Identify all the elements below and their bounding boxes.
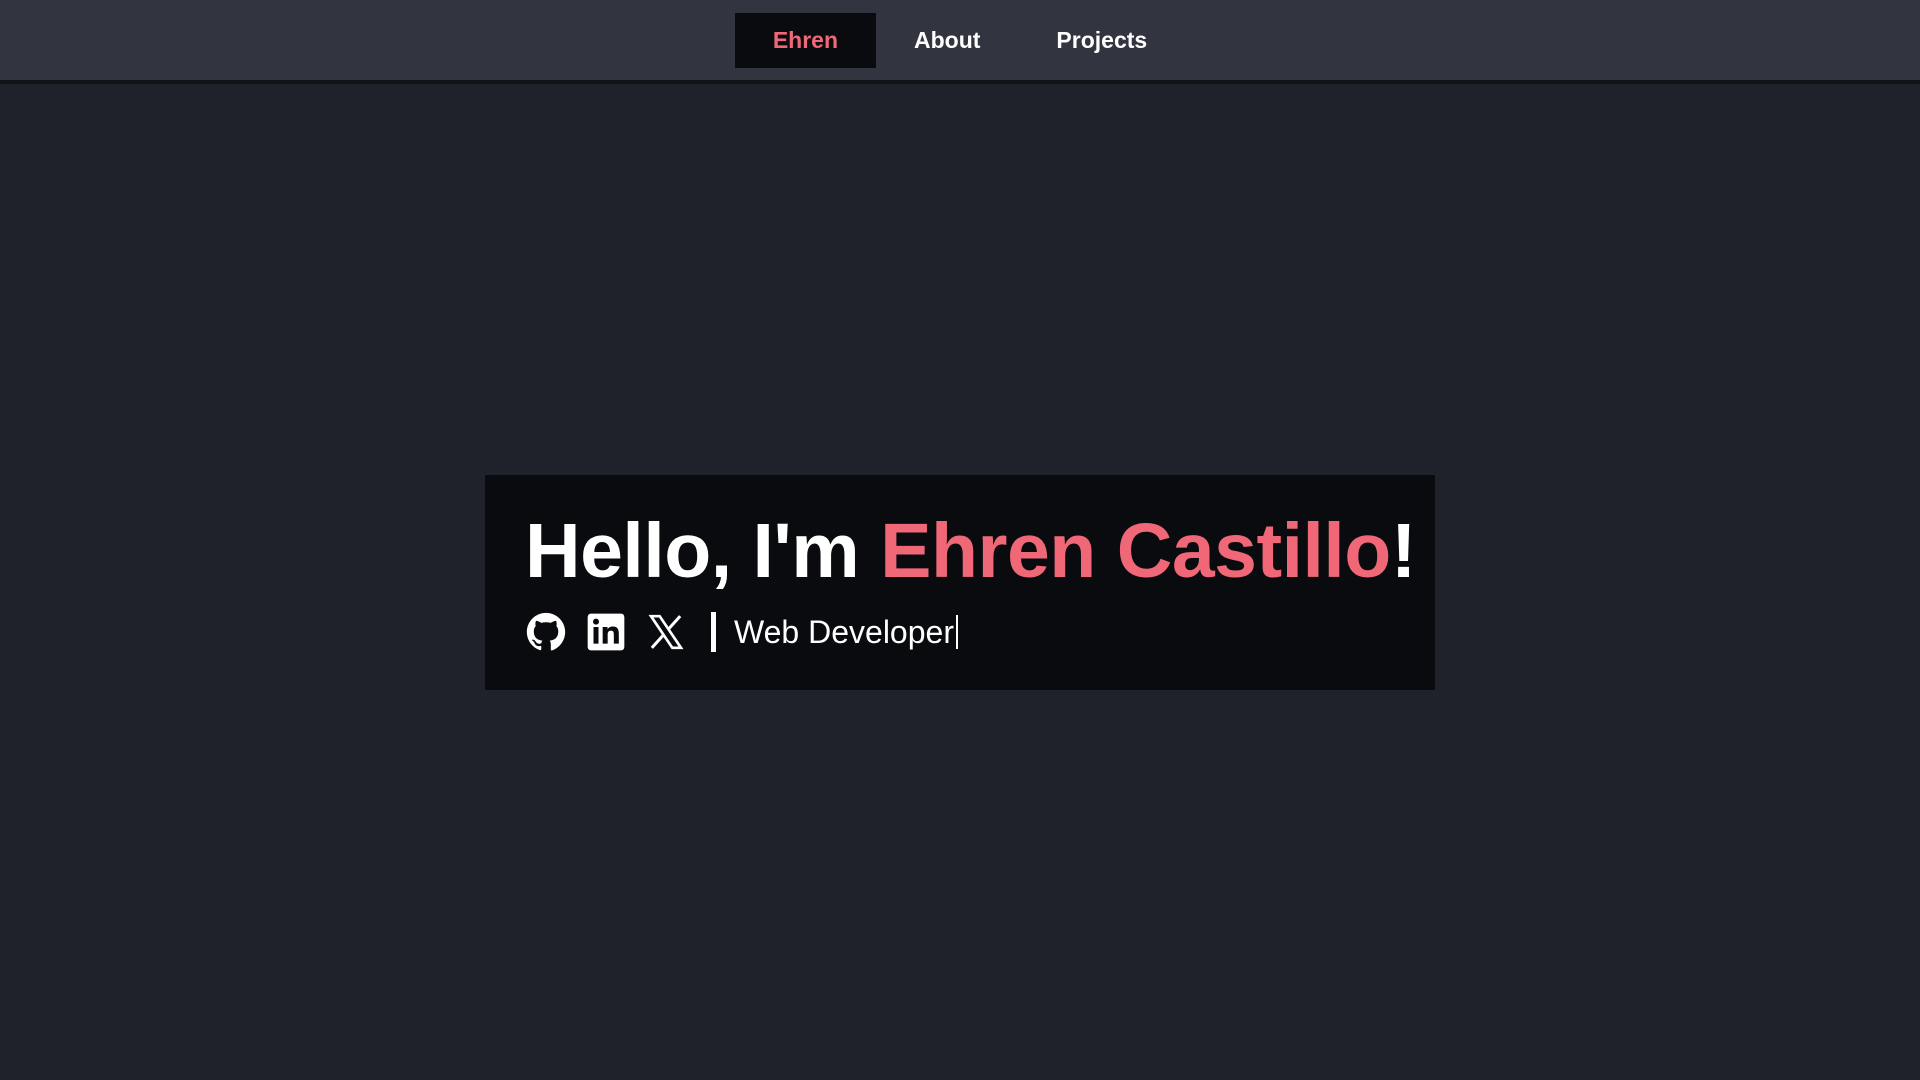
nav-item-projects[interactable]: Projects: [1018, 13, 1185, 68]
hero-name: Ehren Castillo: [880, 508, 1391, 594]
top-nav-bar: Ehren About Projects: [0, 0, 1920, 84]
x-link[interactable]: [645, 611, 687, 653]
github-icon: [526, 612, 566, 651]
linkedin-icon: [587, 613, 625, 651]
main-nav: Ehren About Projects: [734, 0, 1185, 80]
nav-item-home[interactable]: Ehren: [734, 12, 876, 68]
typing-caret: [955, 615, 958, 649]
hero-punctuation: !: [1390, 508, 1417, 594]
hero-headline: Hello, I'm Ehren Castillo!: [525, 513, 1417, 590]
x-icon: [648, 614, 684, 650]
linkedin-link[interactable]: [585, 611, 627, 653]
hero-card: Hello, I'm Ehren Castillo! Web Developer: [485, 475, 1435, 690]
hero-greeting: Hello, I'm: [525, 508, 881, 594]
nav-item-about[interactable]: About: [876, 13, 1018, 68]
github-link[interactable]: [525, 611, 567, 653]
role-text: Web Developer: [734, 613, 954, 650]
hero-subline: Web Developer: [525, 610, 1395, 654]
vertical-divider: [711, 612, 716, 652]
